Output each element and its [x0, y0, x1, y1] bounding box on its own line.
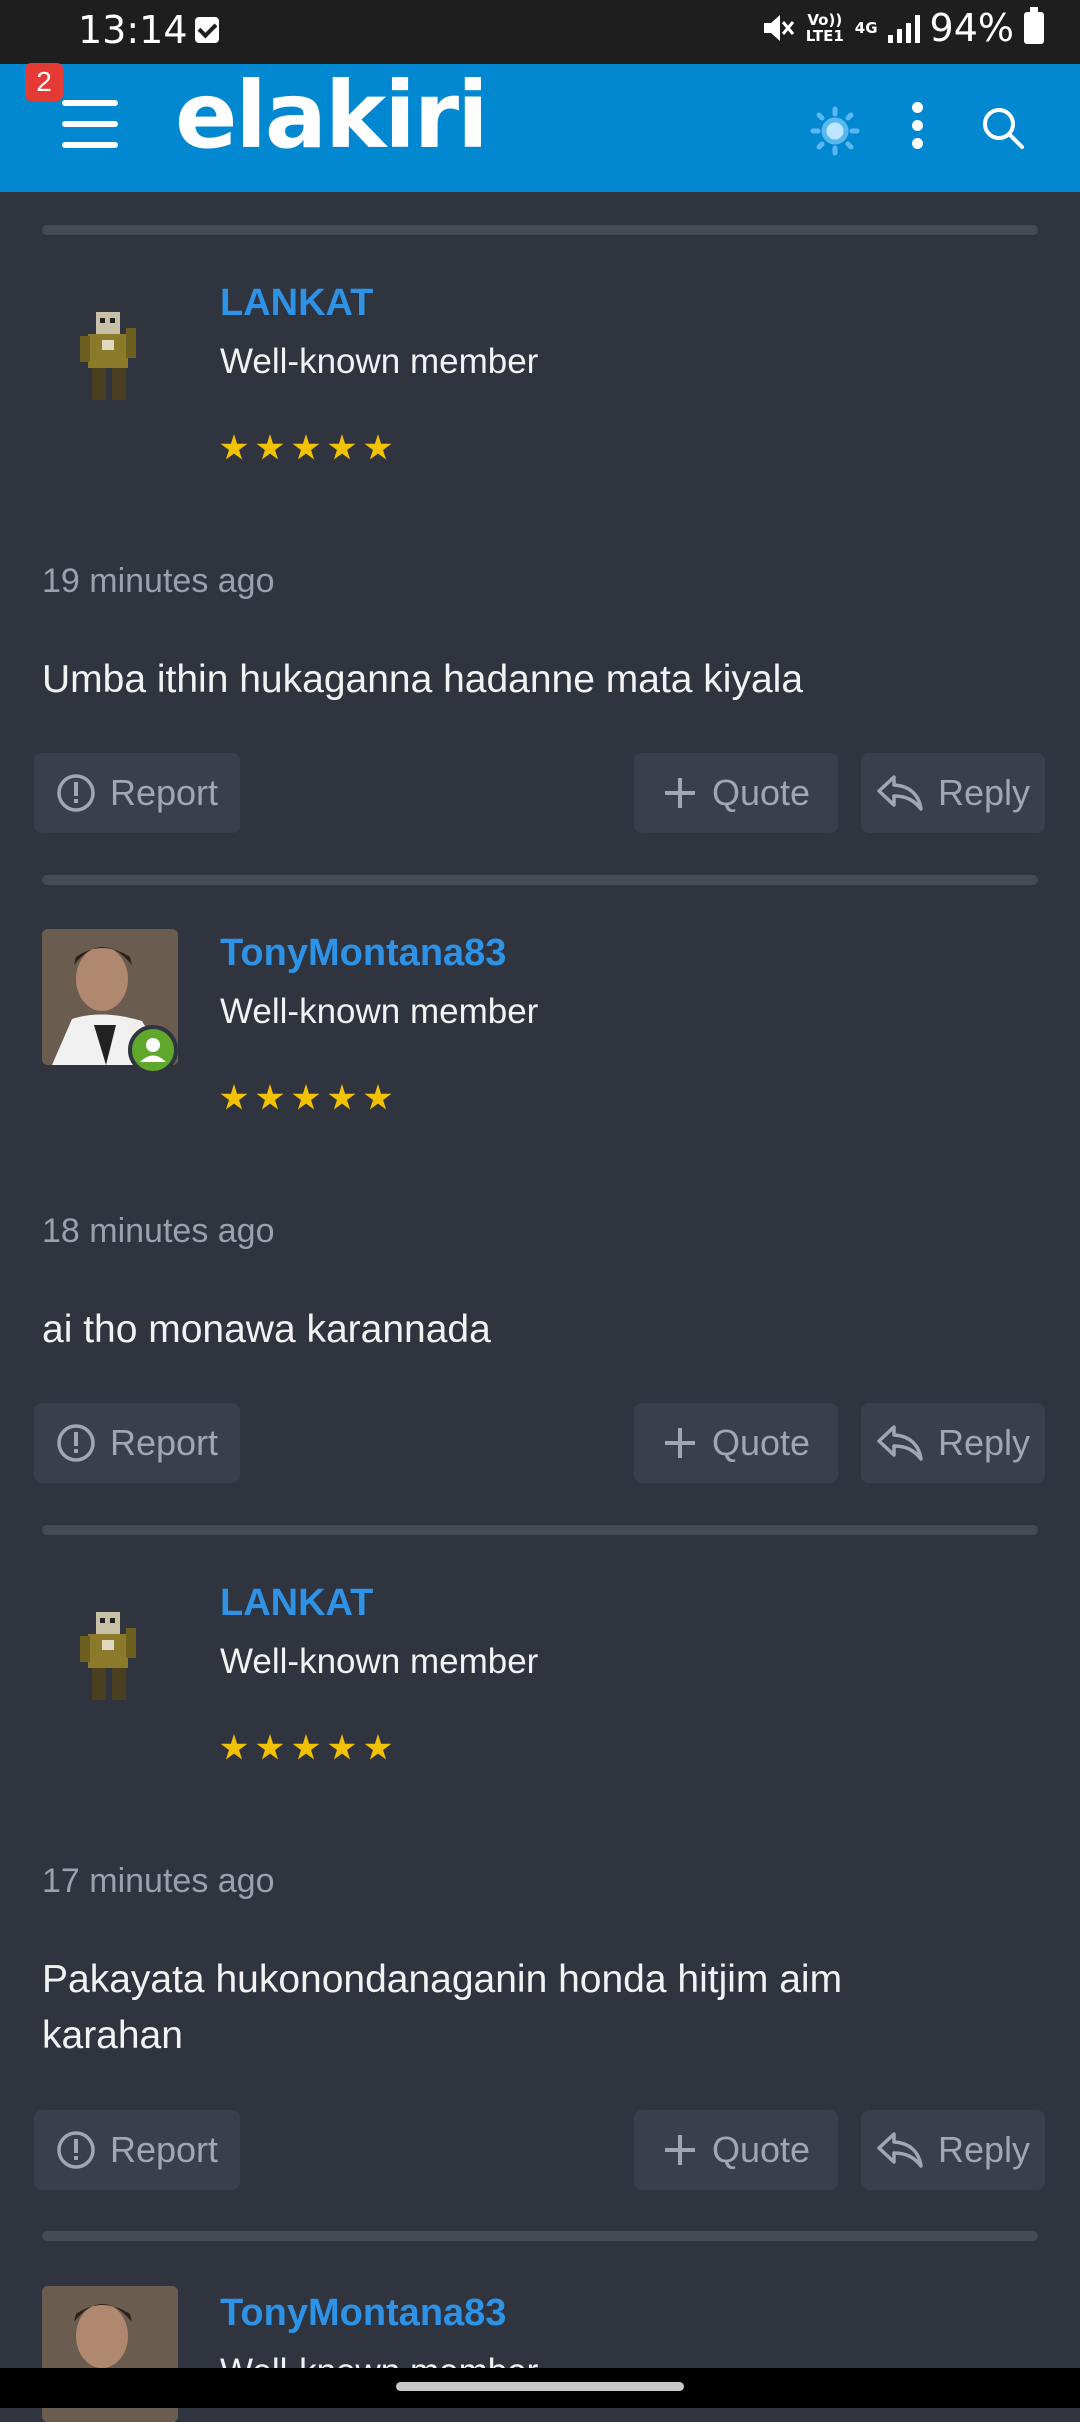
reply-label: Reply [937, 1422, 1031, 1463]
battery-icon [1024, 7, 1044, 44]
plus-icon [664, 1428, 695, 1458]
checkbox-notification-icon [195, 17, 219, 43]
quote-label: Quote [711, 1422, 811, 1463]
reply-button[interactable]: Reply [861, 2110, 1045, 2190]
system-navigation-bar [0, 2368, 1080, 2408]
reply-icon [877, 1425, 923, 1461]
post-divider [42, 2231, 1038, 2241]
star-icon [328, 1734, 356, 1760]
status-time: 13:14 [78, 8, 188, 52]
post-content: Pakayata hukonondanaganin honda hitjim a… [42, 1958, 843, 2057]
notification-badge: 2 [25, 63, 63, 101]
reply-label: Reply [937, 772, 1031, 813]
star-icon [220, 1084, 248, 1110]
quote-button[interactable]: Quote [634, 1403, 838, 1483]
volte-indicator: Vo)) LTE1 [805, 11, 844, 45]
star-icon [220, 1734, 248, 1760]
star-icon [364, 434, 392, 460]
signal-icon [887, 13, 920, 43]
reply-icon [877, 775, 923, 811]
post-user-role: Well-known member [220, 342, 539, 381]
star-icon [256, 1084, 284, 1110]
star-icon [328, 1084, 356, 1110]
plus-icon [664, 778, 695, 808]
post-username[interactable]: TonyMontana83 [220, 2292, 506, 2335]
post-timestamp[interactable]: 18 minutes ago [42, 1212, 275, 1251]
quote-button[interactable]: Quote [634, 753, 838, 833]
star-icon [364, 1084, 392, 1110]
post-user-role: Well-known member [220, 1642, 539, 1681]
reply-button[interactable]: Reply [861, 753, 1045, 833]
status-bar: 13:14 Vo)) LTE1 4G 94% [0, 0, 1080, 64]
star-icon [292, 1734, 320, 1760]
quote-label: Quote [711, 2129, 811, 2170]
rating-stars [220, 434, 392, 462]
post-username[interactable]: LANKAT [220, 1582, 373, 1625]
star-icon [256, 1734, 284, 1760]
post-content: ai tho monawa karannada [42, 1308, 491, 1351]
post-user-role: Well-known member [220, 992, 539, 1031]
rating-stars [220, 1084, 392, 1112]
home-gesture-handle[interactable] [396, 2382, 684, 2391]
report-icon [57, 2131, 95, 2169]
reply-icon [877, 2132, 923, 2168]
post-username[interactable]: TonyMontana83 [220, 932, 506, 975]
star-icon [256, 434, 284, 460]
network-type: 4G [854, 19, 878, 37]
report-button[interactable]: Report [34, 753, 240, 833]
report-button[interactable]: Report [34, 1403, 240, 1483]
star-icon [292, 1084, 320, 1110]
theme-toggle-icon[interactable] [810, 106, 860, 156]
star-icon [328, 434, 356, 460]
pixel-character-icon [80, 312, 136, 400]
menu-icon[interactable] [62, 100, 118, 148]
reply-button[interactable]: Reply [861, 1403, 1045, 1483]
report-icon [57, 774, 95, 812]
star-icon [220, 434, 248, 460]
quote-label: Quote [711, 772, 811, 813]
report-label: Report [109, 772, 219, 813]
site-logo[interactable]: elakiri [175, 62, 489, 169]
mute-icon [763, 15, 794, 41]
report-icon [57, 1424, 95, 1462]
battery-percent: 94% [929, 6, 1014, 50]
online-status-icon [128, 1025, 178, 1075]
avatar[interactable] [42, 292, 178, 428]
quote-button[interactable]: Quote [634, 2110, 838, 2190]
post-divider [42, 1525, 1038, 1535]
report-button[interactable]: Report [34, 2110, 240, 2190]
post-divider [42, 225, 1038, 235]
pixel-character-icon [80, 1612, 136, 1700]
more-options-icon[interactable] [910, 102, 926, 150]
reply-label: Reply [937, 2129, 1031, 2170]
post-timestamp[interactable]: 19 minutes ago [42, 562, 275, 601]
status-icons: Vo)) LTE1 4G 94% [761, 6, 1044, 50]
post-divider [42, 875, 1038, 885]
rating-stars [220, 1734, 392, 1762]
report-label: Report [109, 1422, 219, 1463]
post-timestamp[interactable]: 17 minutes ago [42, 1862, 275, 1901]
star-icon [364, 1734, 392, 1760]
post-content: Umba ithin hukaganna hadanne mata kiyala [42, 658, 804, 701]
search-icon[interactable] [980, 105, 1026, 151]
report-label: Report [109, 2129, 219, 2170]
avatar[interactable] [42, 1592, 178, 1728]
plus-icon [664, 2135, 695, 2165]
star-icon [292, 434, 320, 460]
post-username[interactable]: LANKAT [220, 282, 373, 325]
